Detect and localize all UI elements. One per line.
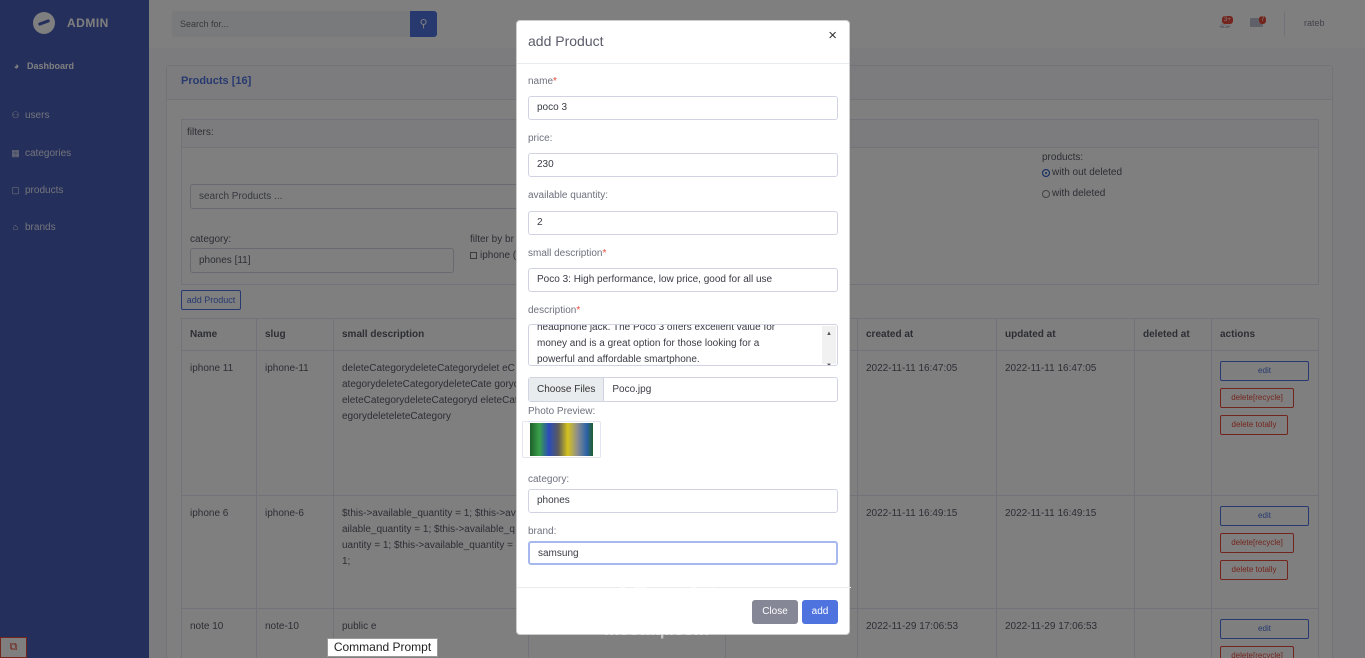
photo-preview — [522, 421, 601, 458]
photo-preview-image — [530, 423, 593, 456]
modal-title: add Product — [528, 33, 604, 49]
name-label: name* — [528, 76, 557, 87]
required-mark: * — [602, 248, 607, 259]
quantity-label: available quantity: — [528, 190, 609, 201]
required-mark: * — [553, 76, 557, 87]
small-description-label: small description* — [528, 248, 606, 259]
description-line: powerful and affordable smartphone. — [537, 354, 700, 365]
small-description-label-text: small description — [528, 248, 603, 259]
watermark-url: mostaql.com — [604, 620, 709, 639]
description-label: description* — [528, 305, 580, 316]
small-description-field[interactable]: Poco 3: High performance, low price, goo… — [528, 268, 838, 292]
name-label-text: name — [528, 76, 554, 87]
file-input[interactable]: Choose Files Poco.jpg — [528, 377, 838, 402]
add-button[interactable]: add — [802, 600, 838, 624]
name-field[interactable]: poco 3 — [528, 96, 838, 120]
quantity-field[interactable]: 2 — [528, 211, 838, 235]
taskbar-tooltip: Command Prompt — [327, 638, 438, 657]
description-label-text: description — [528, 305, 577, 316]
description-textarea[interactable]: headphone jack. The Poco 3 offers excell… — [528, 324, 838, 366]
price-field[interactable]: 230 — [528, 153, 838, 177]
textarea-scrollbar[interactable]: ▲ ▼ — [822, 326, 836, 365]
close-button[interactable]: Close — [752, 600, 798, 624]
category-label: category: — [528, 474, 570, 485]
close-icon[interactable]: × — [828, 27, 837, 44]
category-select[interactable]: phones — [528, 489, 838, 513]
add-product-modal: add Product × name* poco 3 price: 230 av… — [516, 20, 851, 635]
file-name: Poco.jpg — [612, 384, 652, 395]
price-label: price: — [528, 133, 553, 144]
choose-files-button[interactable]: Choose Files — [529, 378, 605, 401]
description-line: money and is a great option for those lo… — [537, 338, 760, 349]
required-mark: * — [576, 305, 581, 316]
brand-label: brand: — [528, 526, 557, 537]
modal-header: add Product × — [517, 21, 849, 64]
photo-preview-label: Photo Preview: — [528, 406, 596, 417]
watermark-logo: مستقل — [598, 563, 724, 610]
description-line: headphone jack. The Poco 3 offers excell… — [537, 324, 776, 333]
